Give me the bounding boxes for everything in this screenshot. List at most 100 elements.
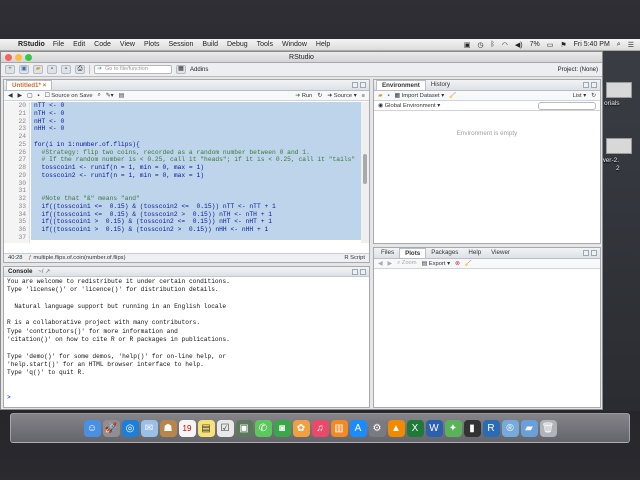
contacts-icon[interactable]: ☗ bbox=[159, 419, 177, 437]
menu-plots[interactable]: Plots bbox=[144, 41, 160, 48]
plot-back-icon[interactable]: ◀ bbox=[378, 261, 382, 267]
system-preferences-icon[interactable]: ⚙ bbox=[368, 419, 386, 437]
project-menu[interactable]: Project: (None) bbox=[558, 67, 598, 73]
wifi-icon[interactable]: ◠ bbox=[502, 41, 508, 49]
find-icon[interactable]: ⌕ bbox=[98, 92, 101, 99]
save-file-icon[interactable]: ▪ bbox=[37, 93, 39, 99]
downloads-folder-icon[interactable]: ▰ bbox=[520, 419, 538, 437]
function-scope[interactable]: ƒ multiple.flips.of.coin(number.of.flips… bbox=[29, 254, 126, 262]
minimize-console-icon[interactable] bbox=[352, 269, 358, 275]
code-tools-icon[interactable]: ✎▾ bbox=[106, 93, 114, 99]
export-menu[interactable]: ▤ Export ▾ bbox=[422, 261, 450, 267]
maximize-pane-icon[interactable] bbox=[360, 82, 366, 88]
close-window-button[interactable] bbox=[5, 54, 12, 61]
scroll-thumb[interactable] bbox=[363, 154, 367, 184]
console-prompt[interactable]: > bbox=[7, 394, 366, 402]
safari-icon[interactable]: ◎ bbox=[121, 419, 139, 437]
desktop-label-2[interactable]: wer-2. bbox=[601, 157, 619, 164]
save-workspace-icon[interactable]: ▪ bbox=[387, 93, 389, 99]
launchpad-icon[interactable]: 🚀 bbox=[102, 419, 120, 437]
ibooks-icon[interactable]: ▥ bbox=[330, 419, 348, 437]
refresh-env-icon[interactable]: ↻ bbox=[591, 93, 596, 99]
console-output[interactable]: You are welcome to redistribute it under… bbox=[4, 277, 369, 403]
desktop-file-icon[interactable] bbox=[606, 138, 632, 154]
menu-file[interactable]: File bbox=[53, 41, 64, 48]
save-button[interactable]: ▪ bbox=[47, 65, 57, 74]
tab-help[interactable]: Help bbox=[463, 248, 486, 258]
remove-plot-icon[interactable]: ⊗ bbox=[455, 261, 460, 267]
save-all-button[interactable]: ▪ bbox=[61, 65, 71, 74]
terminal-icon[interactable]: ▮ bbox=[463, 419, 481, 437]
vlc-icon[interactable]: ▲ bbox=[387, 419, 405, 437]
excel-icon[interactable]: X bbox=[406, 419, 424, 437]
photos-icon[interactable]: ✿ bbox=[292, 419, 310, 437]
volume-icon[interactable]: ◀) bbox=[515, 41, 523, 49]
screen-share-icon[interactable]: ▣ bbox=[464, 41, 471, 49]
workspace-panes-button[interactable]: ▦ bbox=[176, 65, 186, 74]
finder-icon[interactable]: ☺ bbox=[83, 419, 101, 437]
minimize-env-icon[interactable] bbox=[583, 82, 589, 88]
rstudio-icon[interactable]: ® bbox=[501, 419, 519, 437]
menu-debug[interactable]: Debug bbox=[227, 41, 248, 48]
trash-icon[interactable]: 🗑 bbox=[539, 419, 557, 437]
minimize-pane-icon[interactable] bbox=[352, 82, 358, 88]
menu-help[interactable]: Help bbox=[316, 41, 330, 48]
source-on-save-checkbox[interactable]: ☐ Source on Save bbox=[44, 93, 92, 99]
plot-forward-icon[interactable]: ▶ bbox=[387, 261, 391, 267]
clear-plots-icon[interactable]: 🧹 bbox=[465, 261, 472, 267]
environment-search-input[interactable] bbox=[538, 101, 596, 110]
maximize-console-icon[interactable] bbox=[360, 269, 366, 275]
menu-window[interactable]: Window bbox=[282, 41, 307, 48]
menu-view[interactable]: View bbox=[120, 41, 135, 48]
clear-workspace-icon[interactable]: 🧹 bbox=[449, 93, 456, 99]
editor-scrollbar[interactable] bbox=[361, 102, 369, 243]
console-title[interactable]: Console bbox=[8, 268, 32, 275]
flag-icon[interactable]: ⚑ bbox=[560, 41, 566, 49]
reminders-icon[interactable]: ☑ bbox=[216, 419, 234, 437]
tab-viewer[interactable]: Viewer bbox=[486, 248, 515, 258]
load-workspace-icon[interactable]: ▰ bbox=[378, 93, 382, 99]
show-in-window-icon[interactable]: ▢ bbox=[27, 93, 32, 99]
desktop-label-1[interactable]: orials bbox=[604, 100, 620, 107]
facetime-icon[interactable]: ◙ bbox=[273, 419, 291, 437]
tab-files[interactable]: Files bbox=[376, 248, 399, 258]
code-editor[interactable]: 20 nTT <- 0 21 nTH <- 0 22 nHT <- 0 23 nHH <- 0… bbox=[4, 102, 369, 243]
file-type[interactable]: R Script bbox=[344, 254, 369, 262]
zoom-button[interactable]: ⌕ Zoom bbox=[397, 260, 417, 267]
tab-packages[interactable]: Packages bbox=[426, 248, 463, 258]
tab-plots[interactable]: Plots bbox=[399, 248, 427, 258]
list-view-menu[interactable]: List ▾ bbox=[573, 93, 587, 99]
spotlight-icon[interactable]: ⌕ bbox=[617, 41, 621, 49]
minimize-files-icon[interactable] bbox=[583, 250, 589, 256]
word-icon[interactable]: W bbox=[425, 419, 443, 437]
photo-icon[interactable]: ▣ bbox=[235, 419, 253, 437]
addins-menu[interactable]: Addins bbox=[190, 67, 208, 73]
menu-tools[interactable]: Tools bbox=[257, 41, 273, 48]
desktop-label-3[interactable]: 2 bbox=[616, 165, 620, 172]
minimize-window-button[interactable] bbox=[15, 54, 22, 61]
notification-center-icon[interactable]: ☰ bbox=[628, 41, 634, 49]
bluetooth-icon[interactable]: ᛒ bbox=[491, 41, 495, 48]
tab-untitled1[interactable]: Untitled1* × bbox=[6, 80, 53, 90]
console-path-arrow-icon[interactable]: ↗ bbox=[45, 268, 50, 275]
import-dataset-button[interactable]: ▦ Import Dataset ▾ bbox=[395, 93, 445, 99]
maximize-files-icon[interactable] bbox=[591, 250, 597, 256]
tab-history[interactable]: History bbox=[426, 80, 455, 90]
goto-file-input[interactable]: ➜ Go to file/function bbox=[94, 65, 172, 74]
open-file-button[interactable]: ▰ bbox=[33, 65, 43, 74]
global-environment-menu[interactable]: ◉ Global Environment ▾ bbox=[378, 103, 440, 109]
print-button[interactable]: ⎙ bbox=[75, 65, 85, 74]
zoom-window-button[interactable] bbox=[25, 54, 32, 61]
desktop-file-icon[interactable] bbox=[606, 82, 632, 98]
forward-icon[interactable]: ▶ bbox=[17, 93, 21, 99]
battery-percent[interactable]: 7% bbox=[530, 41, 540, 48]
rerun-icon[interactable]: ↻ bbox=[317, 93, 322, 99]
time-machine-icon[interactable]: ◷ bbox=[477, 41, 483, 49]
menu-app-name[interactable]: RStudio bbox=[18, 41, 45, 48]
back-icon[interactable]: ◀ bbox=[8, 93, 12, 99]
maximize-env-icon[interactable] bbox=[591, 82, 597, 88]
menu-edit[interactable]: Edit bbox=[73, 41, 85, 48]
app-store-icon[interactable]: A bbox=[349, 419, 367, 437]
maps-icon[interactable]: ✦ bbox=[444, 419, 462, 437]
menu-code[interactable]: Code bbox=[94, 41, 111, 48]
